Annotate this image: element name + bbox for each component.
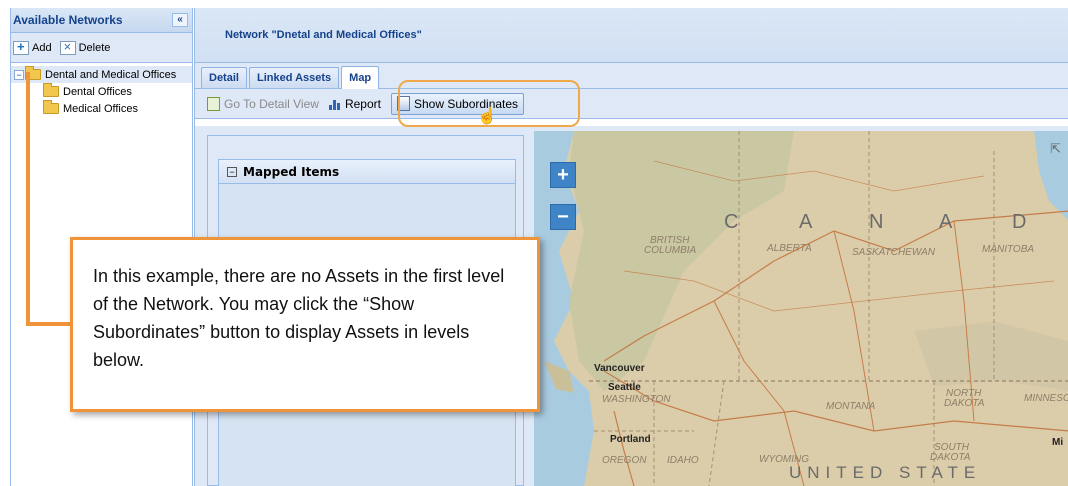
- map-toolbar: Go To Detail View Report Show Subordinat…: [195, 89, 1068, 119]
- map-label: WASHINGTON: [602, 394, 671, 405]
- map-label: A: [939, 211, 955, 233]
- report-button[interactable]: Report: [328, 96, 381, 111]
- report-label: Report: [344, 96, 381, 111]
- folder-icon: [43, 100, 59, 114]
- show-subordinates-button[interactable]: Show Subordinates: [390, 92, 525, 115]
- map-city-label: Seattle: [608, 382, 641, 393]
- map-city-label: Vancouver: [594, 363, 645, 374]
- collapse-mapped-items-icon[interactable]: −: [227, 166, 237, 177]
- tree-node-label: Dental Offices: [63, 85, 132, 98]
- app-window: Available Networks « Add Delete − Dental…: [0, 0, 1068, 486]
- map-label: MINNESC: [1024, 393, 1068, 404]
- tree-node-label: Dental and Medical Offices: [45, 68, 177, 81]
- go-to-detail-view-button[interactable]: Go To Detail View: [207, 96, 319, 111]
- map-view[interactable]: + − ⇱ C A N A D BRITISH COLUMBIA ALBERTA…: [534, 131, 1068, 486]
- delete-icon: [59, 39, 76, 55]
- folder-icon: [43, 83, 59, 97]
- collapse-panel-button[interactable]: «: [172, 13, 188, 27]
- tab-linked-assets[interactable]: Linked Assets: [248, 67, 340, 88]
- detail-view-icon: [207, 96, 220, 111]
- folder-open-icon: [25, 66, 41, 80]
- expand-map-icon[interactable]: ⇱: [1050, 141, 1061, 157]
- add-icon: [13, 39, 29, 55]
- network-header: Network "Dnetal and Medical Offices": [195, 8, 1068, 63]
- networks-toolbar: Add Delete: [11, 33, 192, 63]
- subordinates-icon: [396, 96, 410, 111]
- map-label: N: [869, 211, 886, 233]
- map-label: IDAHO: [667, 455, 699, 466]
- tab-detail[interactable]: Detail: [201, 67, 247, 88]
- tree-node-medical-offices[interactable]: Medical Offices: [11, 100, 192, 117]
- tab-map[interactable]: Map: [341, 66, 380, 89]
- zoom-out-button[interactable]: −: [550, 204, 576, 230]
- map-label: SASKATCHEWAN: [852, 247, 935, 258]
- delete-button-label: Delete: [78, 41, 111, 54]
- network-title: Network "Dnetal and Medical Offices": [225, 29, 422, 41]
- map-label: C: [724, 211, 741, 233]
- map-label: A: [799, 211, 815, 233]
- map-city-label: Portland: [610, 434, 651, 445]
- map-label: MONTANA: [826, 401, 876, 412]
- add-button-label: Add: [32, 41, 52, 54]
- mapped-items-header[interactable]: − Mapped Items: [219, 160, 515, 184]
- map-label: MANITOBA: [982, 244, 1035, 255]
- networks-panel-header: Available Networks «: [11, 8, 192, 33]
- map-label: DAKOTA: [944, 398, 985, 409]
- hand-cursor-icon: ☝: [477, 108, 497, 125]
- mapped-items-title: Mapped Items: [243, 164, 340, 179]
- map-label: DAKOTA: [930, 452, 971, 463]
- tree-node-dental-and-medical-offices[interactable]: − Dental and Medical Offices: [11, 66, 192, 83]
- add-button[interactable]: Add: [13, 39, 52, 55]
- zoom-in-button[interactable]: +: [550, 162, 576, 188]
- map-label: COLUMBIA: [644, 245, 697, 256]
- go-to-detail-view-label: Go To Detail View: [224, 96, 319, 111]
- map-label: UNITED STATE: [789, 463, 982, 482]
- collapse-node-icon[interactable]: −: [14, 69, 24, 80]
- network-tree: − Dental and Medical Offices Dental Offi…: [11, 63, 192, 117]
- tab-bar: Detail Linked Assets Map: [195, 63, 1068, 89]
- map-city-label: Mi: [1052, 437, 1064, 448]
- map-background: [534, 131, 1068, 486]
- callout-box: In this example, there are no Assets in …: [70, 237, 540, 412]
- map-label: ALBERTA: [767, 243, 812, 254]
- map-label: D: [1012, 211, 1029, 233]
- show-subordinates-label: Show Subordinates: [413, 96, 519, 111]
- networks-panel-title: Available Networks: [13, 13, 123, 27]
- map-label: OREGON: [602, 455, 647, 466]
- tree-node-label: Medical Offices: [63, 102, 138, 115]
- bar-chart-icon: [328, 98, 341, 110]
- tree-node-dental-offices[interactable]: Dental Offices: [11, 83, 192, 100]
- delete-button[interactable]: Delete: [59, 39, 111, 55]
